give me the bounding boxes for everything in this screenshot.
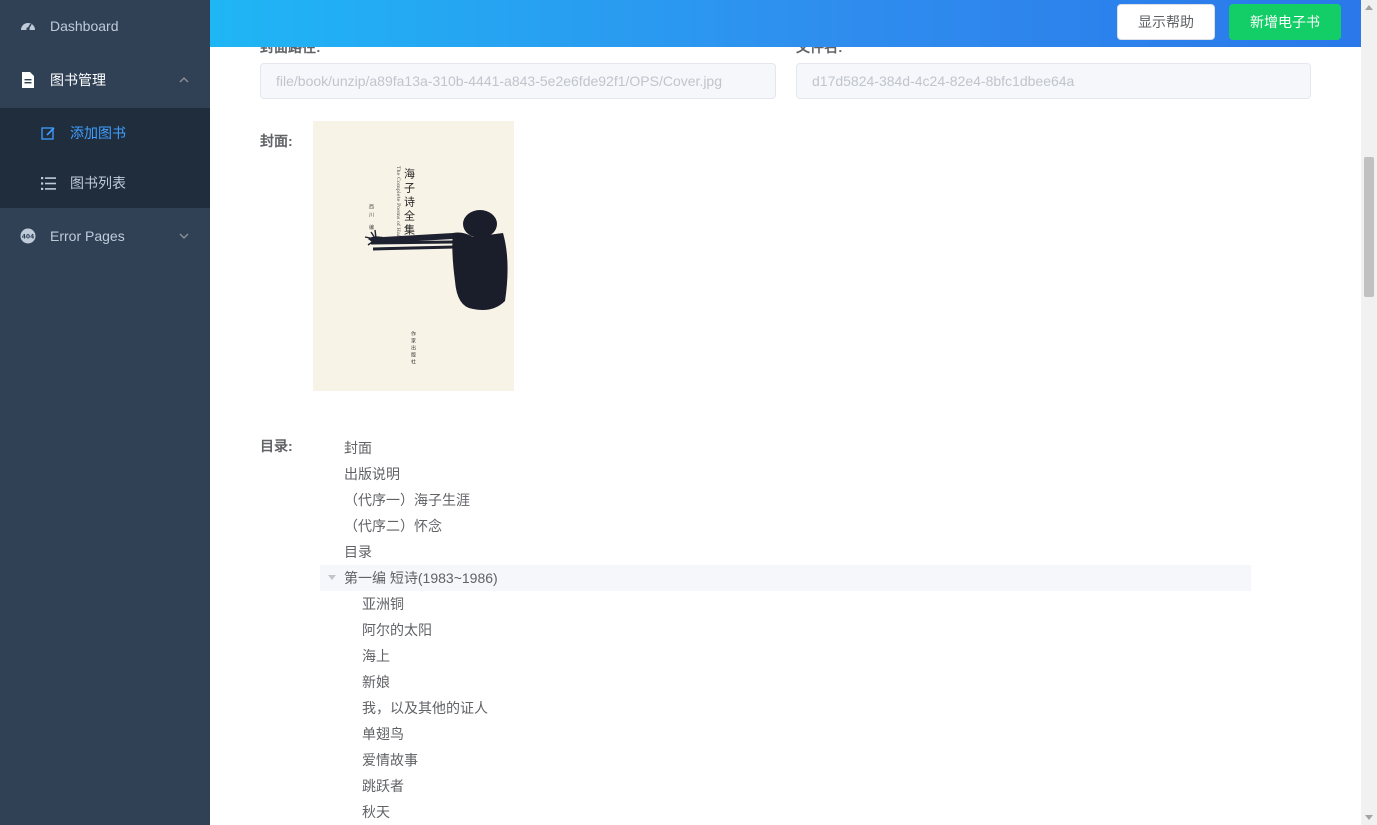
tree-node[interactable]: 海上 — [320, 643, 1251, 669]
file-name-input[interactable]: d17d5824-384d-4c24-82e4-8bfc1dbee64a — [796, 63, 1311, 99]
sidebar-item-add-book[interactable]: 添加图书 — [0, 108, 210, 158]
tree-node[interactable]: 爱情故事 — [320, 747, 1251, 773]
cover-editor: 西川 编 — [368, 204, 374, 233]
sidebar-item-label: Error Pages — [50, 228, 125, 244]
toc-tree: 封面 出版说明 （代序一）海子生涯 （代序二）怀念 目录 第一编 短诗(1983… — [320, 435, 1251, 825]
sidebar-item-label: Dashboard — [50, 18, 119, 34]
svg-text:404: 404 — [22, 234, 35, 241]
chevron-up-icon — [178, 74, 190, 86]
scroll-down-arrow-icon[interactable] — [1365, 815, 1373, 820]
list-icon — [40, 175, 56, 191]
scrollbar-thumb[interactable] — [1364, 157, 1374, 297]
show-help-button[interactable]: 显示帮助 — [1117, 4, 1215, 40]
tree-node[interactable]: 跳跃者 — [320, 773, 1251, 799]
tree-node[interactable]: 封面 — [320, 435, 1251, 461]
sidebar-group-book-management[interactable]: 图书管理 — [0, 52, 210, 108]
scroll-up-arrow-icon[interactable] — [1365, 5, 1373, 10]
tree-node[interactable]: 阿尔的太阳 — [320, 617, 1251, 643]
tree-node-label: 第一编 短诗(1983~1986) — [344, 570, 498, 586]
sidebar-item-dashboard[interactable]: Dashboard — [0, 0, 210, 52]
tree-node[interactable]: 目录 — [320, 539, 1251, 565]
sidebar-group-label: 图书管理 — [50, 72, 106, 88]
toc-label: 目录: — [260, 438, 293, 454]
edit-icon — [40, 125, 56, 141]
tree-node[interactable]: 新娘 — [320, 669, 1251, 695]
tree-node[interactable]: 出版说明 — [320, 461, 1251, 487]
tree-node[interactable]: 亚洲铜 — [320, 591, 1251, 617]
tree-node[interactable]: （代序二）怀念 — [320, 513, 1251, 539]
cover-path-label: 封面路径: — [260, 47, 321, 55]
tree-node-expanded[interactable]: 第一编 短诗(1983~1986) — [320, 565, 1251, 591]
404-icon: 404 — [20, 228, 36, 244]
caret-down-icon[interactable] — [328, 575, 336, 580]
sidebar: Dashboard 图书管理 添加图书 图书列表 404 Error Pages — [0, 0, 210, 825]
sidebar-item-label: 图书列表 — [70, 175, 126, 191]
top-header: 显示帮助 新增电子书 — [210, 0, 1361, 47]
tree-node[interactable]: （代序一）海子生涯 — [320, 487, 1251, 513]
sidebar-item-error-pages[interactable]: 404 Error Pages — [0, 208, 210, 264]
tree-node[interactable]: 秋天 — [320, 799, 1251, 825]
cover-path-input[interactable]: file/book/unzip/a89fa13a-310b-4441-a843-… — [260, 63, 776, 99]
sidebar-submenu: 添加图书 图书列表 — [0, 108, 210, 208]
tree-node[interactable]: 我，以及其他的证人 — [320, 695, 1251, 721]
dashboard-icon — [20, 18, 36, 34]
new-ebook-button[interactable]: 新增电子书 — [1229, 4, 1341, 40]
main-content: 封面路径: 文件名: file/book/unzip/a89fa13a-310b… — [210, 47, 1361, 825]
book-cover-image: 海子诗全集 The Complete Poems of Haizi 西川 编 作… — [313, 121, 514, 391]
cover-title: 海子诗全集 — [403, 167, 416, 238]
document-icon — [20, 72, 36, 88]
page-scrollbar[interactable] — [1361, 0, 1377, 825]
sidebar-item-label: 添加图书 — [70, 125, 126, 141]
cover-subtitle: The Complete Poems of Haizi — [395, 166, 401, 241]
cover-publisher: 作家出版社 — [410, 330, 416, 366]
tree-node[interactable]: 单翅鸟 — [320, 721, 1251, 747]
sidebar-item-book-list[interactable]: 图书列表 — [0, 158, 210, 208]
cover-label: 封面: — [260, 133, 293, 149]
chevron-down-icon — [178, 230, 190, 242]
file-name-label: 文件名: — [796, 47, 843, 55]
